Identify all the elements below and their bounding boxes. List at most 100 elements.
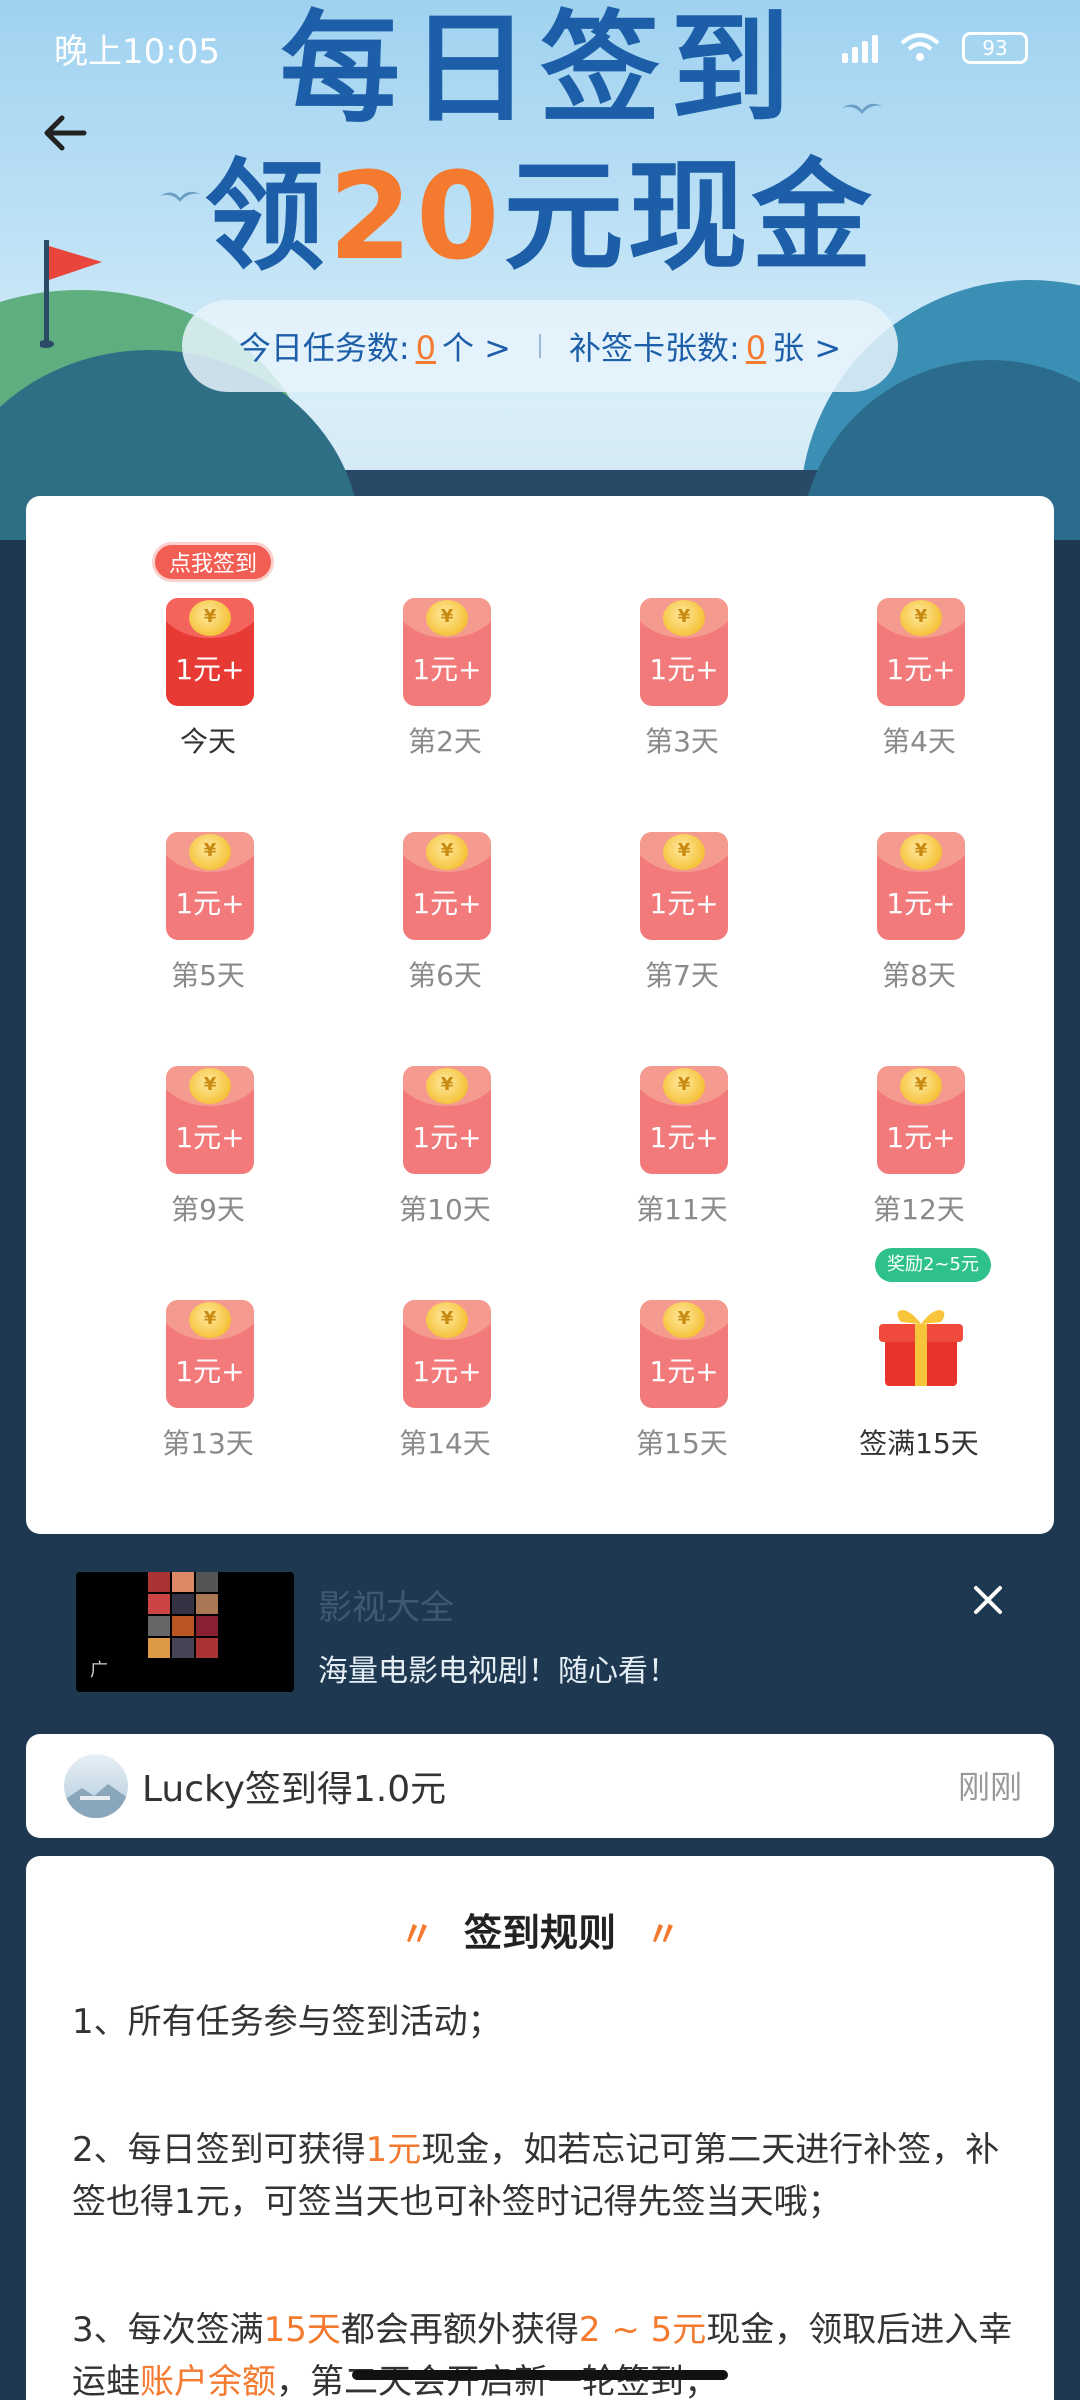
- day-label: 第8天: [882, 959, 956, 992]
- coin-icon: ¥: [663, 1302, 705, 1338]
- rule3-text: 都会再额外获得: [340, 2310, 579, 2350]
- red-packet-icon: ¥1元+: [877, 1066, 965, 1174]
- flag-icon: [40, 240, 102, 348]
- signin-day[interactable]: 点我签到 ¥1元+ 今天: [108, 536, 308, 758]
- reward-amount: 1元+: [649, 887, 719, 920]
- status-bar: 晚上10:05 93: [0, 0, 1080, 96]
- signin-now-tag[interactable]: 点我签到: [152, 542, 275, 582]
- signin-day[interactable]: ¥1元+ 第9天: [108, 1004, 308, 1226]
- reward-amount: 1元+: [175, 1355, 245, 1388]
- title-amount: 20: [328, 148, 504, 287]
- red-packet-icon: ¥1元+: [166, 1300, 254, 1408]
- coin-icon: ¥: [426, 834, 468, 870]
- gift-box-icon: [879, 1310, 963, 1386]
- back-arrow-icon[interactable]: [40, 108, 90, 158]
- day-label: 第10天: [399, 1193, 491, 1226]
- reward-amount: 1元+: [886, 653, 956, 686]
- poster-collage: [148, 1572, 218, 1692]
- rules-card: 〃签到规则〃 1、所有任务参与签到活动； 2、每日签到可获得1元现金，如若忘记可…: [26, 1856, 1054, 2400]
- coin-icon: ¥: [426, 1068, 468, 1104]
- signin-day[interactable]: ¥1元+ 第8天: [819, 770, 1019, 992]
- day-label: 第15天: [636, 1427, 728, 1460]
- home-indicator[interactable]: [352, 2370, 728, 2380]
- day-label: 第9天: [171, 1193, 245, 1226]
- signin-day[interactable]: ¥1元+ 第14天: [345, 1238, 545, 1460]
- divider: [539, 334, 541, 358]
- signin-day[interactable]: ¥1元+ 第3天: [582, 536, 782, 758]
- title-suffix: 元现金: [503, 148, 876, 287]
- ad-description[interactable]: 海量电影电视剧！随心看！: [318, 1646, 678, 1690]
- tasks-unit: 个 >: [442, 329, 511, 367]
- signin-day[interactable]: ¥1元+ 第15天: [582, 1238, 782, 1460]
- close-icon[interactable]: [968, 1580, 1008, 1620]
- rule3-highlight: 15天: [263, 2310, 341, 2350]
- rule-item-3: 3、每次签满15天都会再额外获得2 ~ 5元现金，领取后进入幸运蛙账户余额，第二…: [72, 2304, 1032, 2400]
- coin-icon: ¥: [900, 600, 942, 636]
- rule2-text: 2、每日签到可获得: [72, 2130, 366, 2170]
- day-label: 第13天: [162, 1427, 254, 1460]
- status-time: 晚上10:05: [54, 31, 220, 72]
- day-label: 第12天: [873, 1193, 965, 1226]
- day-label: 第5天: [171, 959, 245, 992]
- reward-amount: 1元+: [649, 653, 719, 686]
- red-packet-icon: ¥1元+: [640, 598, 728, 706]
- day-label: 第6天: [408, 959, 482, 992]
- coin-icon: ¥: [663, 1068, 705, 1104]
- tasks-label: 今日任务数:: [238, 329, 410, 367]
- rule3-text: 3、每次签满: [72, 2310, 264, 2350]
- rule3-text: ，第二天会开启新一轮签到；: [276, 2362, 718, 2400]
- signin-day[interactable]: ¥1元+ 第2天: [345, 536, 545, 758]
- reward-amount: 1元+: [649, 1121, 719, 1154]
- coin-icon: ¥: [426, 1302, 468, 1338]
- notice-time: 刚刚: [957, 1768, 1022, 1806]
- signal-icon: [842, 33, 878, 63]
- signin-day[interactable]: ¥1元+ 第6天: [345, 770, 545, 992]
- signin-day[interactable]: ¥1元+ 第13天: [108, 1238, 308, 1460]
- day-label: 第11天: [636, 1193, 728, 1226]
- red-packet-icon: ¥1元+: [877, 832, 965, 940]
- battery-icon: 93: [962, 32, 1028, 64]
- red-packet-icon: ¥1元+: [166, 598, 254, 706]
- cards-unit: 张 >: [772, 329, 842, 367]
- red-packet-icon: ¥1元+: [403, 598, 491, 706]
- tasks-link[interactable]: 今日任务数: 0 个 >: [239, 323, 511, 369]
- rule2-highlight: 1元: [365, 2130, 422, 2170]
- day-label: 第2天: [408, 725, 482, 758]
- bird-icon: [160, 191, 200, 202]
- ad-thumbnail[interactable]: 广: [76, 1572, 294, 1692]
- reward-amount: 1元+: [412, 1121, 482, 1154]
- red-packet-icon: ¥1元+: [640, 1066, 728, 1174]
- slash-decoration-icon: 〃: [646, 1915, 680, 1955]
- signin-day[interactable]: ¥1元+ 第4天: [819, 536, 1019, 758]
- red-packet-icon: ¥1元+: [403, 832, 491, 940]
- day-label: 第14天: [399, 1427, 491, 1460]
- reward-amount: 1元+: [886, 887, 956, 920]
- red-packet-icon: ¥1元+: [877, 598, 965, 706]
- red-packet-icon: ¥1元+: [166, 832, 254, 940]
- signin-day[interactable]: ¥1元+ 第10天: [345, 1004, 545, 1226]
- signin-day[interactable]: ¥1元+ 第11天: [582, 1004, 782, 1226]
- reward-amount: 1元+: [412, 653, 482, 686]
- rule3-highlight: 2 ~ 5元: [578, 2310, 707, 2350]
- rules-heading: 〃签到规则〃: [26, 1902, 1054, 1957]
- signin-calendar-card: 点我签到 ¥1元+ 今天 ¥1元+ 第2天 ¥1元+ 第3天 ¥1元+ 第4天 ¥1元+ 第5天 ¥1…: [26, 496, 1054, 1534]
- signin-day[interactable]: ¥1元+ 第12天: [819, 1004, 1019, 1226]
- ad-banner[interactable]: 广 影视大全 海量电影电视剧！随心看！: [26, 1560, 1054, 1700]
- signin-day-bonus[interactable]: 奖励2~5元 签满15天: [819, 1238, 1019, 1460]
- reward-amount: 1元+: [412, 887, 482, 920]
- makeup-cards-link[interactable]: 补签卡张数: 0 张 >: [569, 323, 841, 369]
- red-packet-icon: ¥1元+: [166, 1066, 254, 1174]
- coin-icon: ¥: [900, 834, 942, 870]
- day-label: 第7天: [645, 959, 719, 992]
- signin-day[interactable]: ¥1元+ 第7天: [582, 770, 782, 992]
- avatar: [64, 1754, 128, 1818]
- red-packet-icon: ¥1元+: [403, 1066, 491, 1174]
- signin-day[interactable]: ¥1元+ 第5天: [108, 770, 308, 992]
- bonus-reward-tag: 奖励2~5元: [875, 1248, 991, 1282]
- coin-icon: ¥: [663, 834, 705, 870]
- coin-icon: ¥: [900, 1068, 942, 1104]
- rule3-highlight: 账户余额: [140, 2362, 276, 2400]
- rule-item-2: 2、每日签到可获得1元现金，如若忘记可第二天进行补签，补签也得1元，可签当天也可…: [72, 2124, 1032, 2228]
- ad-title[interactable]: 影视大全: [318, 1580, 454, 1629]
- coin-icon: ¥: [189, 1302, 231, 1338]
